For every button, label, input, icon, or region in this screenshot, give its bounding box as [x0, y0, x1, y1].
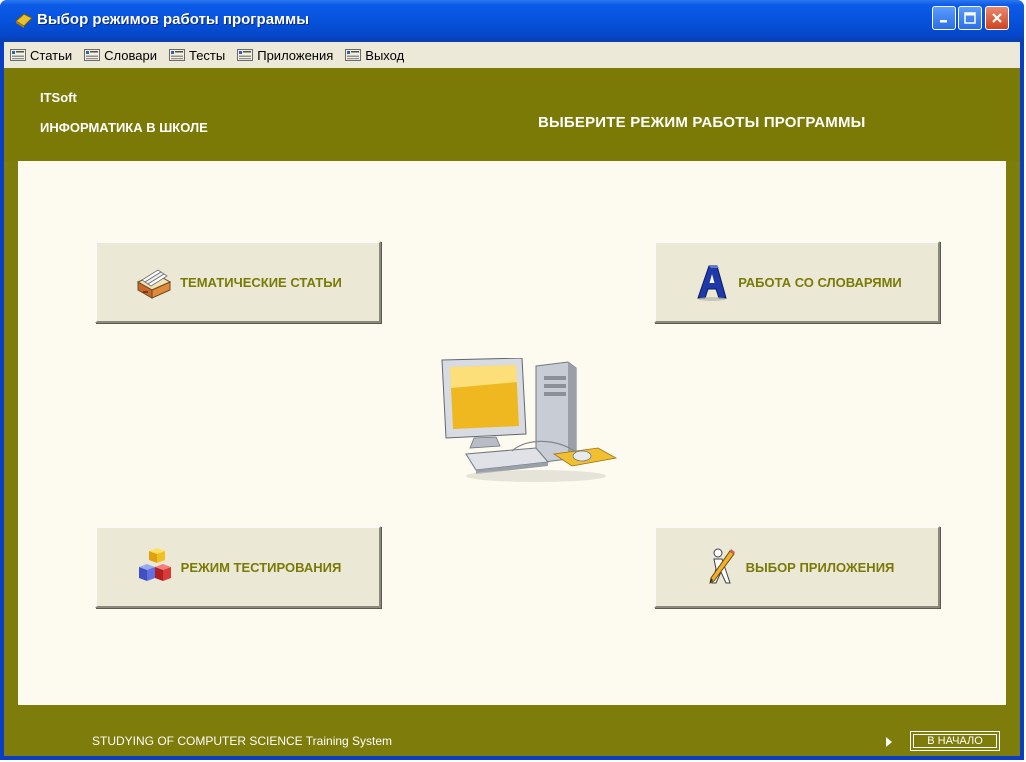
home-button[interactable]: В НАЧАЛО — [910, 731, 1000, 751]
letter-a-icon — [697, 265, 727, 301]
menu-toolbar-icon — [84, 49, 101, 61]
minimize-button[interactable] — [932, 6, 956, 30]
menu-item-exit[interactable]: Выход — [339, 44, 410, 66]
dictionaries-button[interactable]: РАБОТА СО СЛОВАРЯМИ — [654, 241, 940, 323]
app-icon — [15, 13, 33, 28]
menu-item-dictionaries[interactable]: Словари — [78, 44, 163, 66]
maximize-button[interactable] — [958, 6, 982, 30]
testing-label: РЕЖИМ ТЕСТИРОВАНИЯ — [180, 559, 342, 575]
home-label: В НАЧАЛО — [913, 734, 997, 748]
close-button[interactable] — [985, 6, 1009, 30]
header-banner: ITSoft ИНФОРМАТИКА В ШКОЛЕ ВЫБЕРИТЕ РЕЖИ… — [4, 68, 1020, 161]
pencil-figure-icon — [708, 548, 735, 584]
menu-item-articles[interactable]: Статьи — [4, 44, 78, 66]
dictionaries-label: РАБОТА СО СЛОВАРЯМИ — [738, 274, 902, 290]
card-file-icon — [137, 269, 172, 299]
minimize-icon — [940, 20, 947, 23]
menu-toolbar-icon — [345, 49, 362, 61]
menu-toolbar-icon — [168, 49, 185, 61]
page-title: ВЫБЕРИТЕ РЕЖИМ РАБОТЫ ПРОГРАММЫ — [538, 114, 866, 131]
menu-label: Тесты — [188, 47, 226, 63]
maximize-icon — [964, 12, 976, 24]
menu-item-tests[interactable]: Тесты — [163, 44, 231, 66]
cubes-icon — [138, 548, 171, 581]
footer-text: STUDYING OF COMPUTER SCIENCE Training Sy… — [92, 734, 393, 748]
menu-toolbar-icon — [10, 49, 26, 61]
brand-name: ITSoft — [40, 90, 77, 105]
content-panel: ТЕМАТИЧЕСКИЕ СТАТЬИ РАБОТА СО СЛОВАРЯМИ — [18, 161, 1006, 705]
computer-icon — [441, 358, 618, 482]
applications-label: ВЫБОР ПРИЛОЖЕНИЯ — [745, 559, 895, 575]
window-title: Выбор режимов работы программы — [37, 11, 310, 28]
applications-button[interactable]: ВЫБОР ПРИЛОЖЕНИЯ — [654, 526, 940, 608]
articles-button[interactable]: ТЕМАТИЧЕСКИЕ СТАТЬИ — [95, 241, 381, 323]
menu-item-applications[interactable]: Приложения — [231, 44, 339, 66]
testing-button[interactable]: РЕЖИМ ТЕСТИРОВАНИЯ — [95, 526, 381, 608]
menu-label: Статьи — [30, 47, 73, 63]
menu-bar: Статьи Словари Тесты Приложения Выход — [4, 42, 1020, 68]
menu-label: Приложения — [257, 47, 334, 63]
title-bar[interactable]: Выбор режимов работы программы — [0, 0, 1024, 42]
menu-toolbar-icon — [237, 49, 254, 61]
client-area: ITSoft ИНФОРМАТИКА В ШКОЛЕ ВЫБЕРИТЕ РЕЖИ… — [4, 68, 1020, 756]
menu-label: Выход — [365, 47, 405, 63]
arrow-right-icon — [886, 737, 892, 747]
brand-subtitle: ИНФОРМАТИКА В ШКОЛЕ — [40, 120, 208, 135]
app-window: Выбор режимов работы программы Статьи Сл… — [0, 0, 1024, 760]
menu-label: Словари — [104, 47, 157, 63]
close-icon — [992, 13, 1002, 23]
articles-label: ТЕМАТИЧЕСКИЕ СТАТЬИ — [180, 274, 342, 290]
